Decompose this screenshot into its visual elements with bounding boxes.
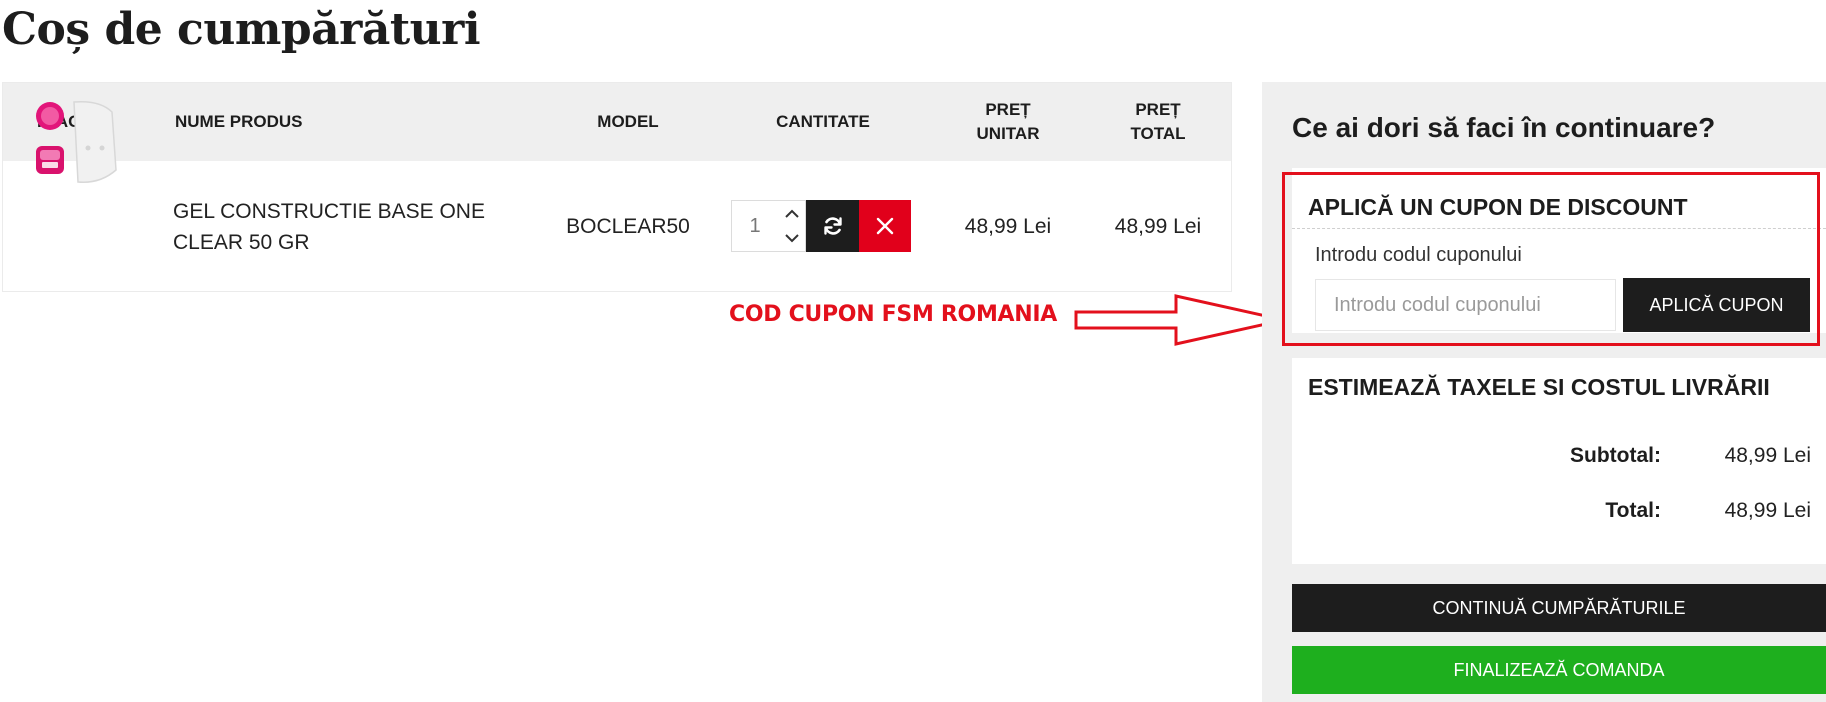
checkout-button[interactable]: FINALIZEAZĂ COMANDA: [1292, 646, 1826, 694]
close-icon: [876, 217, 894, 235]
unit-price: 48,99 Lei: [964, 215, 1052, 238]
subtotal-label: Subtotal:: [1570, 444, 1661, 467]
page-title: Coș de cumpărături: [2, 4, 481, 55]
header-total-price-line-2: TOTAL: [1130, 124, 1186, 143]
header-total-price: PREȚ TOTAL: [1083, 83, 1233, 161]
totals-panel: Subtotal: 48,99 Lei Total: 48,99 Lei: [1292, 414, 1826, 564]
total-value: 48,99 Lei: [1724, 499, 1811, 522]
header-name-label: NUME PRODUS: [175, 112, 303, 131]
chevron-down-icon[interactable]: [780, 226, 804, 250]
coupon-title[interactable]: APLICĂ UN CUPON DE DISCOUNT: [1308, 194, 1688, 221]
product-name-line-2[interactable]: CLEAR 50 GR: [173, 227, 310, 258]
table-header: IMAGINE NUME PRODUS MODEL CANTITATE PREȚ…: [3, 83, 1231, 161]
quantity-stepper[interactable]: [731, 200, 806, 252]
header-quantity-label: CANTITATE: [776, 112, 870, 131]
header-quantity: CANTITATE: [723, 83, 923, 161]
update-quantity-button[interactable]: [806, 200, 859, 252]
chevron-up-icon[interactable]: [780, 202, 804, 226]
sidebar-title: Ce ai dori să faci în continuare?: [1292, 112, 1716, 143]
remove-item-button[interactable]: [859, 200, 911, 252]
coupon-input[interactable]: [1315, 279, 1616, 331]
header-unit-price: PREȚ UNITAR: [933, 83, 1083, 161]
apply-coupon-button[interactable]: APLICĂ CUPON: [1623, 278, 1810, 332]
arrow-right-icon: [1074, 294, 1285, 346]
header-model-label: MODEL: [597, 112, 659, 131]
product-name-line-1[interactable]: GEL CONSTRUCTIE BASE ONE: [173, 196, 485, 227]
coupon-divider: [1292, 228, 1826, 229]
cart-table: IMAGINE NUME PRODUS MODEL CANTITATE PREȚ…: [2, 82, 1232, 292]
product-model: BOCLEAR50: [566, 215, 690, 238]
product-name[interactable]: GEL CONSTRUCTIE BASE ONE CLEAR 50 GR: [173, 161, 523, 292]
header-unit-price-line-1: PREȚ: [985, 100, 1031, 119]
header-name: NUME PRODUS: [175, 83, 303, 161]
subtotal-value: 48,99 Lei: [1724, 444, 1811, 467]
product-thumbnail[interactable]: [30, 100, 120, 184]
header-model: MODEL: [533, 83, 723, 161]
header-total-price-line-1: PREȚ: [1135, 100, 1181, 119]
refresh-icon: [823, 217, 842, 235]
shipping-title[interactable]: ESTIMEAZĂ TAXELE SI COSTUL LIVRĂRII: [1308, 374, 1770, 401]
table-row: GEL CONSTRUCTIE BASE ONE CLEAR 50 GR BOC…: [3, 161, 1231, 292]
continue-shopping-button[interactable]: CONTINUĂ CUMPĂRĂTURILE: [1292, 584, 1826, 632]
coupon-field-label: Introdu codul cuponului: [1315, 244, 1522, 266]
total-label: Total:: [1605, 499, 1661, 522]
total-price: 48,99 Lei: [1114, 215, 1202, 238]
quantity-input[interactable]: [732, 201, 778, 251]
header-unit-price-line-2: UNITAR: [976, 124, 1040, 143]
annotation-label: COD CUPON FSM ROMANIA: [729, 302, 1057, 327]
